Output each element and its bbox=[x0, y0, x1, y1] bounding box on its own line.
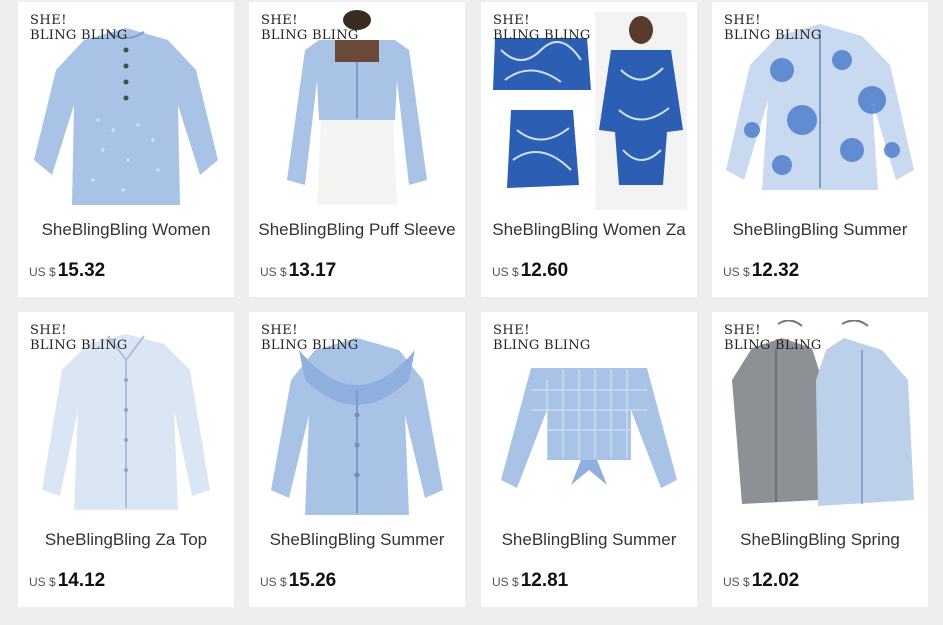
product-title[interactable]: SheBlingBling Spring bbox=[712, 530, 928, 550]
product-image[interactable]: SHE! BLING BLING bbox=[491, 10, 687, 210]
product-card[interactable]: SHE! BLING BLING SheBlingBling Summer US… bbox=[249, 312, 465, 607]
product-image[interactable]: SHE! BLING BLING bbox=[259, 320, 455, 520]
product-price: US $15.26 bbox=[260, 570, 337, 591]
brand-logo: SHE! BLING BLING bbox=[493, 13, 591, 43]
product-card[interactable]: SHE! BLING BLING SheBlingBling Puff Slee… bbox=[249, 2, 465, 297]
brand-logo: SHE! BLING BLING bbox=[30, 323, 128, 353]
brand-logo: SHE! BLING BLING bbox=[724, 13, 822, 43]
product-title[interactable]: SheBlingBling Summer bbox=[249, 530, 465, 550]
product-title[interactable]: SheBlingBling Za Top bbox=[18, 530, 234, 550]
product-price: US $15.32 bbox=[29, 260, 106, 281]
product-title[interactable]: SheBlingBling Summer bbox=[481, 530, 697, 550]
product-card[interactable]: SHE! BLING BLING SheBlingBling Za Top US… bbox=[18, 312, 234, 607]
brand-logo: SHE! BLING BLING bbox=[30, 13, 128, 43]
product-price: US $12.32 bbox=[723, 260, 800, 281]
product-image[interactable]: SHE! BLING BLING bbox=[722, 320, 918, 520]
brand-logo: SHE! BLING BLING bbox=[493, 323, 591, 353]
product-price: US $12.81 bbox=[492, 570, 569, 591]
product-card[interactable]: SHE! BLING BLING SheBlingBling Women Za … bbox=[481, 2, 697, 297]
brand-logo: SHE! BLING BLING bbox=[724, 323, 822, 353]
product-grid: SHE! BLING BLING SheBlingBling Women US … bbox=[0, 0, 943, 625]
product-card[interactable]: SHE! BLING BLING SheBlingBling Summer US… bbox=[712, 2, 928, 297]
product-image[interactable]: SHE! BLING BLING bbox=[28, 320, 224, 520]
product-image[interactable]: SHE! BLING BLING bbox=[491, 320, 687, 520]
product-card[interactable]: SHE! BLING BLING SheBlingBling Summer US… bbox=[481, 312, 697, 607]
brand-logo: SHE! BLING BLING bbox=[261, 13, 359, 43]
product-price: US $13.17 bbox=[260, 260, 337, 281]
product-title[interactable]: SheBlingBling Women Za bbox=[481, 220, 697, 240]
product-title[interactable]: SheBlingBling Summer bbox=[712, 220, 928, 240]
product-image[interactable]: SHE! BLING BLING bbox=[28, 10, 224, 210]
product-card[interactable]: SHE! BLING BLING SheBlingBling Women US … bbox=[18, 2, 234, 297]
brand-logo: SHE! BLING BLING bbox=[261, 323, 359, 353]
product-card[interactable]: SHE! BLING BLING SheBlingBling Spring US… bbox=[712, 312, 928, 607]
product-image[interactable]: SHE! BLING BLING bbox=[722, 10, 918, 210]
product-title[interactable]: SheBlingBling Women bbox=[18, 220, 234, 240]
product-title[interactable]: SheBlingBling Puff Sleeve bbox=[249, 220, 465, 240]
product-price: US $12.60 bbox=[492, 260, 569, 281]
product-image[interactable]: SHE! BLING BLING bbox=[259, 10, 455, 210]
product-price: US $12.02 bbox=[723, 570, 800, 591]
product-price: US $14.12 bbox=[29, 570, 106, 591]
